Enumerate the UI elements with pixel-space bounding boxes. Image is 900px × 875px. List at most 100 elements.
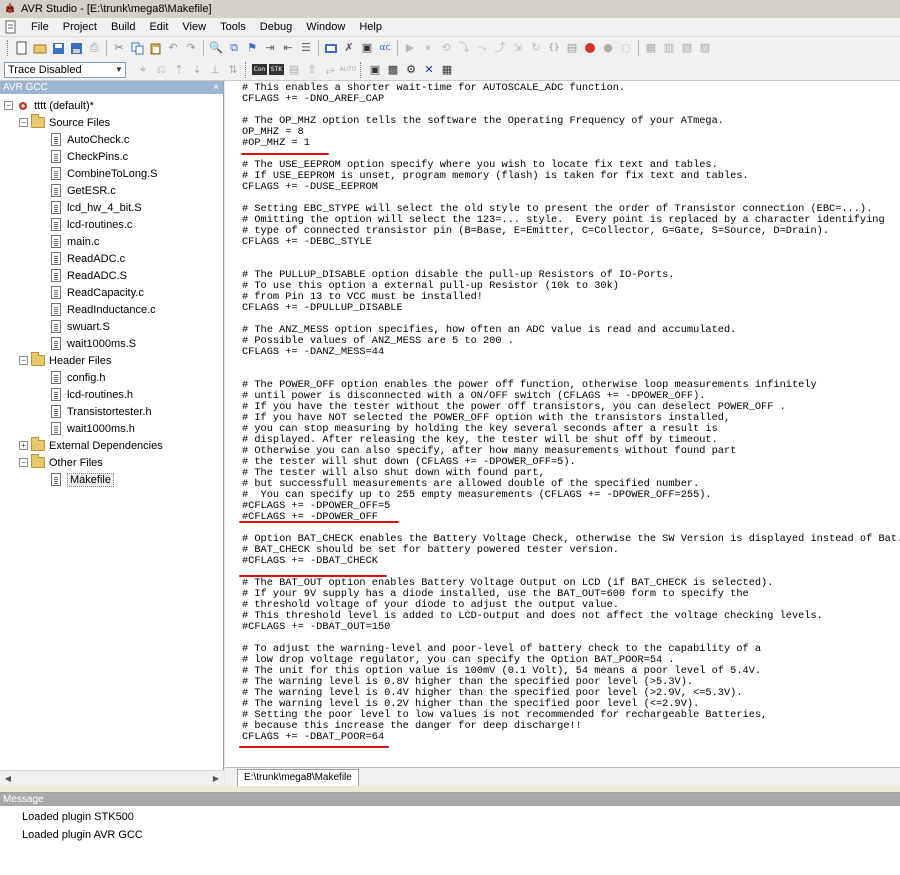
tree-folder-item[interactable]: − Source Files [0,114,223,131]
collapse-icon[interactable]: − [19,356,28,365]
program-chip-icon[interactable]: ▣ [359,40,375,56]
step-out-icon[interactable]: ⤴ [492,40,508,56]
indent-icon[interactable]: ⇥ [262,40,278,56]
code-editor[interactable]: # This enables a shorter wait-time for A… [225,81,900,767]
io-view-icon[interactable]: ▧ [679,40,695,56]
tree-file-item[interactable]: wait1000ms.h [0,420,223,437]
tree-file-item[interactable]: main.c [0,233,223,250]
window-cascade-icon[interactable]: ▩ [385,62,401,78]
build-icon[interactable] [323,40,339,56]
plugin-icon[interactable]: ▦ [439,62,455,78]
tree-file-item[interactable]: GetESR.c [0,182,223,199]
tree-file-item[interactable]: ReadInductance.c [0,301,223,318]
memory-view-icon[interactable]: ▦ [643,40,659,56]
close-panel-icon[interactable]: × [213,81,223,94]
trace-tool-5-icon[interactable]: ⊥ [207,62,223,78]
expand-icon[interactable]: + [19,441,28,450]
tree-file-item[interactable]: ReadADC.c [0,250,223,267]
braces-icon[interactable]: {} [546,40,562,56]
toolbar-grip[interactable] [245,61,248,78]
undo-icon[interactable]: ↶ [165,40,181,56]
close-x-icon[interactable]: ✕ [421,62,437,78]
tree-file-item[interactable]: swuart.S [0,318,223,335]
tree-file-item[interactable]: ReadADC.S [0,267,223,284]
menu-help[interactable]: Help [352,18,389,36]
menu-file[interactable]: File [24,18,56,36]
save-all-icon[interactable] [68,40,84,56]
outdent-icon[interactable]: ⇤ [280,40,296,56]
registers-view-icon[interactable]: ▥ [661,40,677,56]
watch-icon[interactable]: ▤ [564,40,580,56]
upload-icon[interactable]: ⇪ [304,62,320,78]
trace-tool-2-icon[interactable]: ⎌ [153,62,169,78]
auto-step-icon[interactable]: ↻ [528,40,544,56]
find-icon[interactable]: 🔍 [208,40,224,56]
document-system-icon[interactable] [4,20,18,34]
run-to-cursor-icon[interactable]: ⇲ [510,40,526,56]
menu-view[interactable]: View [175,18,213,36]
step-into-icon[interactable]: ⤵ [456,40,472,56]
run-icon[interactable]: ▶ [402,40,418,56]
clear-breakpoints-icon[interactable]: ● [600,40,616,56]
break-icon[interactable]: ⏸ [420,40,436,56]
paste-icon[interactable] [147,40,163,56]
tree-file-item[interactable]: Makefile [0,471,223,488]
menu-debug[interactable]: Debug [253,18,299,36]
disassembler-icon[interactable]: ▨ [697,40,713,56]
menu-project[interactable]: Project [56,18,104,36]
menu-window[interactable]: Window [299,18,352,36]
breakpoint-icon[interactable] [582,40,598,56]
tree-file-item[interactable]: Transistortester.h [0,403,223,420]
trace-tool-4-icon[interactable]: ⇣ [189,62,205,78]
trace-tool-1-icon[interactable]: ⌖ [135,62,151,78]
print-icon[interactable]: ⎙ [86,40,102,56]
reset-icon[interactable]: ⟲ [438,40,454,56]
tree-file-item[interactable]: AutoCheck.c [0,131,223,148]
tree-file-item[interactable]: CombineToLong.S [0,165,223,182]
trace-tool-3-icon[interactable]: ⇡ [171,62,187,78]
chip-icon[interactable]: ▤ [286,62,302,78]
cut-icon[interactable]: ✂ [111,40,127,56]
tree-file-item[interactable]: CheckPins.c [0,148,223,165]
compile-icon[interactable]: ✗ [341,40,357,56]
toolbar-grip[interactable] [360,61,363,78]
menu-tools[interactable]: Tools [213,18,253,36]
tab-makefile[interactable]: E:\trunk\mega8\Makefile [237,769,359,786]
tree-file-item[interactable]: config.h [0,369,223,386]
window-tile-icon[interactable]: ▣ [367,62,383,78]
find-in-files-icon[interactable]: ⧉ [226,40,242,56]
step-over-icon[interactable]: ⤳ [474,40,490,56]
tree-file-item[interactable]: lcd-routines.h [0,386,223,403]
toolbar-grip[interactable] [7,40,10,56]
auto-icon[interactable]: AUTO [340,62,357,78]
tree-project-item[interactable]: − tttt (default)* [0,97,223,114]
tree-folder-item[interactable]: − Other Files [0,454,223,471]
trace-tool-6-icon[interactable]: ⇅ [225,62,241,78]
new-file-icon[interactable] [14,40,30,56]
tree-folder-item[interactable]: + External Dependencies [0,437,223,454]
collapse-icon[interactable]: − [4,101,13,110]
chevron-down-icon[interactable]: ▼ [113,63,125,77]
tree-file-item[interactable]: wait1000ms.S [0,335,223,352]
tree-file-item[interactable]: lcd_hw_4_bit.S [0,199,223,216]
menu-build[interactable]: Build [104,18,142,36]
collapse-icon[interactable]: − [19,118,28,127]
scroll-right-arrow-icon[interactable]: ▶ [208,771,224,787]
con-icon[interactable]: Con [252,64,267,75]
open-folder-icon[interactable] [32,40,48,56]
list-icon[interactable]: ☰ [298,40,314,56]
menu-edit[interactable]: Edit [142,18,175,36]
probe-icon[interactable]: ⥅ [322,62,338,78]
scroll-track[interactable] [16,772,208,786]
tree-file-item[interactable]: lcd-routines.c [0,216,223,233]
code-text[interactable]: # This enables a shorter wait-time for A… [242,83,900,743]
stk-icon[interactable]: STK [269,64,284,75]
tree-folder-item[interactable]: − Header Files [0,352,223,369]
collapse-icon[interactable]: − [19,458,28,467]
tree-horizontal-scrollbar[interactable]: ◀ ▶ [0,770,224,786]
debug-start-icon[interactable]: αc [377,40,393,56]
tree-file-item[interactable]: ReadCapacity.c [0,284,223,301]
trace-mode-select[interactable]: Trace Disabled ▼ [4,61,126,78]
disable-breakpoint-icon[interactable]: ◌ [618,40,634,56]
redo-icon[interactable]: ↷ [183,40,199,56]
